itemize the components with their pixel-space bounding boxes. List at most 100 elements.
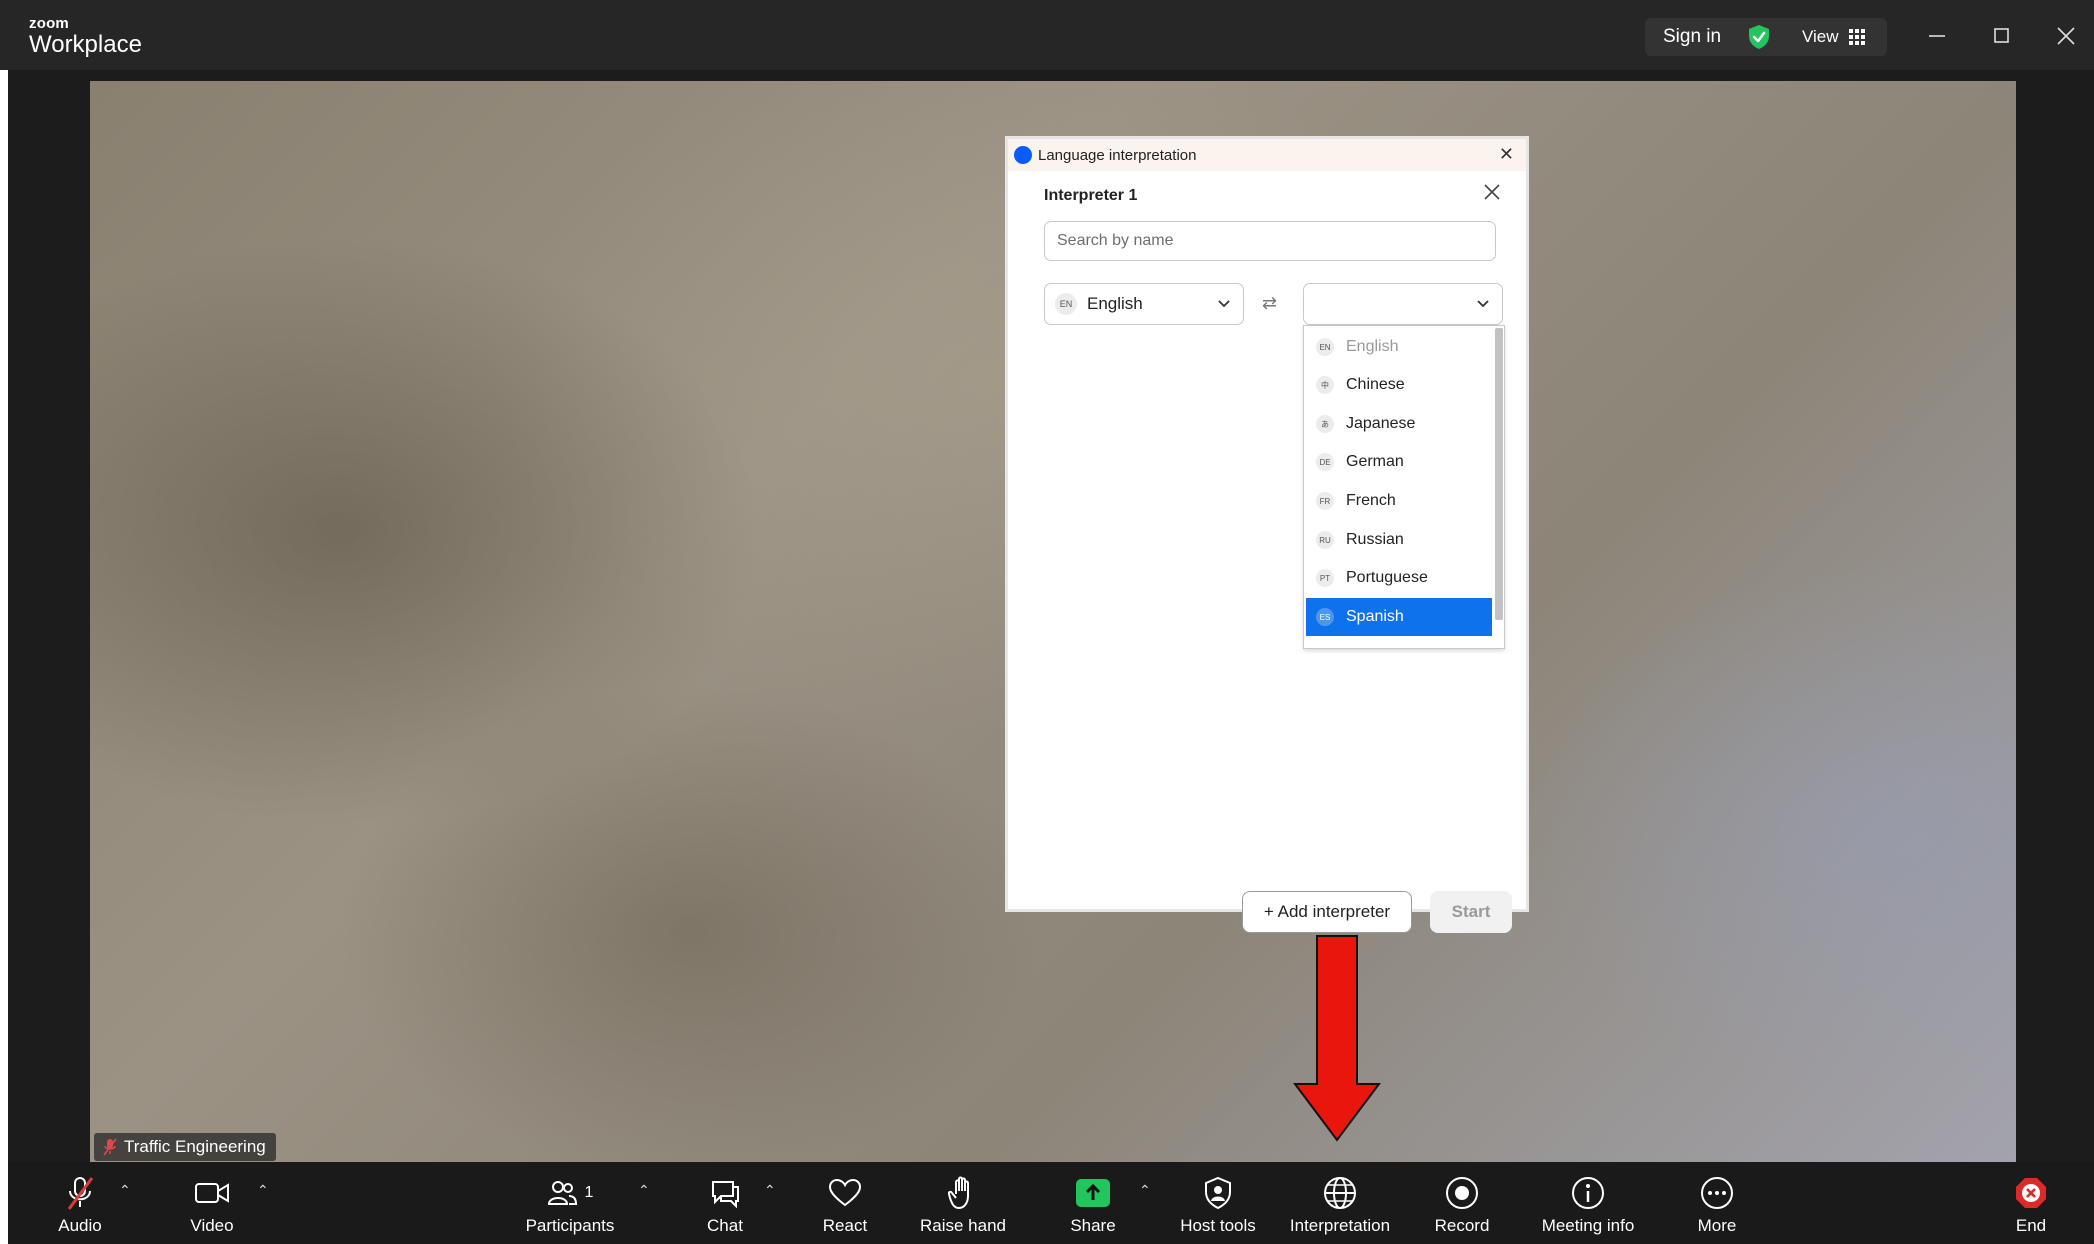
language-option-label: Japanese xyxy=(1346,415,1416,432)
audio-button[interactable]: Audio xyxy=(52,1174,108,1240)
view-button[interactable]: View xyxy=(1802,27,1865,47)
audio-options-caret-icon[interactable]: ⌃ xyxy=(119,1182,131,1199)
raise-hand-icon xyxy=(948,1174,978,1212)
chevron-down-icon xyxy=(1476,297,1490,316)
react-label: React xyxy=(822,1216,868,1235)
language-code-badge: ES xyxy=(1316,608,1334,626)
info-icon xyxy=(1571,1174,1605,1212)
language-option-english: EN English xyxy=(1306,328,1492,366)
source-language-select[interactable]: EN English xyxy=(1044,283,1244,325)
dialog-body: Interpreter 1 EN English ⇄ EN English xyxy=(1013,171,1521,933)
language-option-portuguese[interactable]: PT Portuguese xyxy=(1306,559,1492,597)
start-button[interactable]: Start xyxy=(1430,891,1512,933)
end-meeting-button[interactable]: End xyxy=(2006,1174,2056,1240)
language-option-label: Spanish xyxy=(1346,608,1404,625)
chat-options-caret-icon[interactable]: ⌃ xyxy=(764,1182,776,1199)
close-window-icon[interactable] xyxy=(2056,20,2076,55)
dialog-title: Language interpretation xyxy=(1038,146,1197,164)
language-option-russian[interactable]: RU Russian xyxy=(1306,521,1492,559)
language-code-badge: FR xyxy=(1316,492,1334,510)
remove-interpreter-icon[interactable] xyxy=(1483,183,1501,206)
meeting-toolbar: Audio ⌃ Video ⌃ 1 Participants ⌃ Chat ⌃ … xyxy=(0,1162,2094,1244)
participants-button[interactable]: 1 Participants xyxy=(520,1174,620,1240)
video-label: Video xyxy=(190,1216,234,1235)
heart-icon xyxy=(828,1174,862,1212)
add-interpreter-button[interactable]: + Add interpreter xyxy=(1242,891,1412,933)
maximize-icon[interactable] xyxy=(1993,20,2011,55)
account-pill: Sign in View xyxy=(1645,18,1887,56)
meeting-info-button[interactable]: Meeting info xyxy=(1535,1174,1641,1240)
window-edge xyxy=(0,70,8,1162)
react-button[interactable]: React xyxy=(815,1174,875,1240)
grid-icon xyxy=(1848,29,1865,45)
app-logo: zoom Workplace xyxy=(29,16,142,58)
language-code-badge: EN xyxy=(1055,293,1077,315)
minimize-icon[interactable] xyxy=(1928,20,1946,55)
more-button[interactable]: More xyxy=(1692,1174,1742,1240)
language-interpretation-dialog: Language interpretation ✕ Interpreter 1 … xyxy=(1005,136,1529,933)
language-code-badge: EN xyxy=(1316,338,1334,356)
language-dropdown-list[interactable]: EN English 中 Chinese あ Japanese DE Germa… xyxy=(1303,325,1505,649)
window-edge xyxy=(0,1162,8,1244)
chat-bubble-icon xyxy=(709,1174,741,1212)
more-label: More xyxy=(1697,1216,1737,1235)
video-button[interactable]: Video xyxy=(184,1174,240,1240)
language-option-label: German xyxy=(1346,453,1404,470)
dialog-close-icon[interactable]: ✕ xyxy=(1499,144,1514,165)
zoom-logo-icon xyxy=(1014,146,1032,164)
interpretation-button[interactable]: Interpretation xyxy=(1284,1174,1396,1240)
language-option-chinese[interactable]: 中 Chinese xyxy=(1306,366,1492,404)
share-label: Share xyxy=(1070,1216,1116,1235)
audio-label: Audio xyxy=(58,1216,102,1235)
video-options-caret-icon[interactable]: ⌃ xyxy=(257,1182,269,1199)
language-option-label: Chinese xyxy=(1346,376,1405,393)
share-options-caret-icon[interactable]: ⌃ xyxy=(1139,1182,1151,1199)
source-language-value: English xyxy=(1087,294,1143,313)
share-button[interactable]: Share xyxy=(1068,1174,1118,1240)
encryption-shield-icon[interactable] xyxy=(1747,24,1771,55)
language-option-label: Portuguese xyxy=(1346,569,1428,586)
title-bar: zoom Workplace Sign in View xyxy=(0,0,2094,70)
host-tools-label: Host tools xyxy=(1180,1216,1256,1235)
interpreter-heading: Interpreter 1 xyxy=(1044,187,1138,204)
dialog-titlebar: Language interpretation ✕ xyxy=(1008,139,1526,171)
sign-in-button[interactable]: Sign in xyxy=(1663,26,1721,48)
chat-label: Chat xyxy=(707,1216,743,1235)
language-option-label: Russian xyxy=(1346,531,1404,548)
chevron-down-icon xyxy=(1217,297,1231,316)
language-option-label: English xyxy=(1346,338,1399,355)
participants-icon: 1 xyxy=(547,1174,594,1212)
language-option-spanish[interactable]: ES Spanish xyxy=(1306,598,1492,636)
end-label: End xyxy=(2015,1216,2047,1235)
host-tools-button[interactable]: Host tools xyxy=(1176,1174,1260,1240)
more-dots-icon xyxy=(1700,1174,1734,1212)
chat-button[interactable]: Chat xyxy=(700,1174,750,1240)
brand-small-text: zoom xyxy=(29,15,69,32)
target-language-select[interactable] xyxy=(1303,283,1503,325)
muted-mic-icon xyxy=(65,1174,95,1212)
participants-count: 1 xyxy=(584,1184,594,1201)
raise-hand-button[interactable]: Raise hand xyxy=(916,1174,1010,1240)
language-option-german[interactable]: DE German xyxy=(1306,443,1492,481)
search-by-name-input[interactable] xyxy=(1044,221,1496,261)
red-down-arrow-annotation xyxy=(1293,934,1381,1147)
language-code-badge: 中 xyxy=(1316,376,1334,394)
language-option-japanese[interactable]: あ Japanese xyxy=(1306,405,1492,443)
language-code-badge: DE xyxy=(1316,453,1334,471)
participant-name-badge: Traffic Engineering xyxy=(94,1133,276,1161)
meeting-info-label: Meeting info xyxy=(1541,1216,1635,1235)
participants-options-caret-icon[interactable]: ⌃ xyxy=(638,1182,650,1199)
language-code-badge: あ xyxy=(1316,415,1334,433)
record-button[interactable]: Record xyxy=(1432,1174,1492,1240)
end-call-icon xyxy=(2014,1174,2048,1212)
dropdown-scrollbar[interactable] xyxy=(1495,328,1503,620)
video-camera-icon xyxy=(194,1174,230,1212)
record-icon xyxy=(1445,1174,1479,1212)
globe-icon xyxy=(1323,1174,1357,1212)
muted-mic-icon xyxy=(103,1138,117,1156)
view-label: View xyxy=(1802,27,1839,46)
host-tools-shield-icon xyxy=(1204,1174,1232,1212)
record-label: Record xyxy=(1434,1216,1490,1235)
language-option-french[interactable]: FR French xyxy=(1306,482,1492,520)
swap-languages-icon[interactable]: ⇄ xyxy=(1262,293,1277,314)
